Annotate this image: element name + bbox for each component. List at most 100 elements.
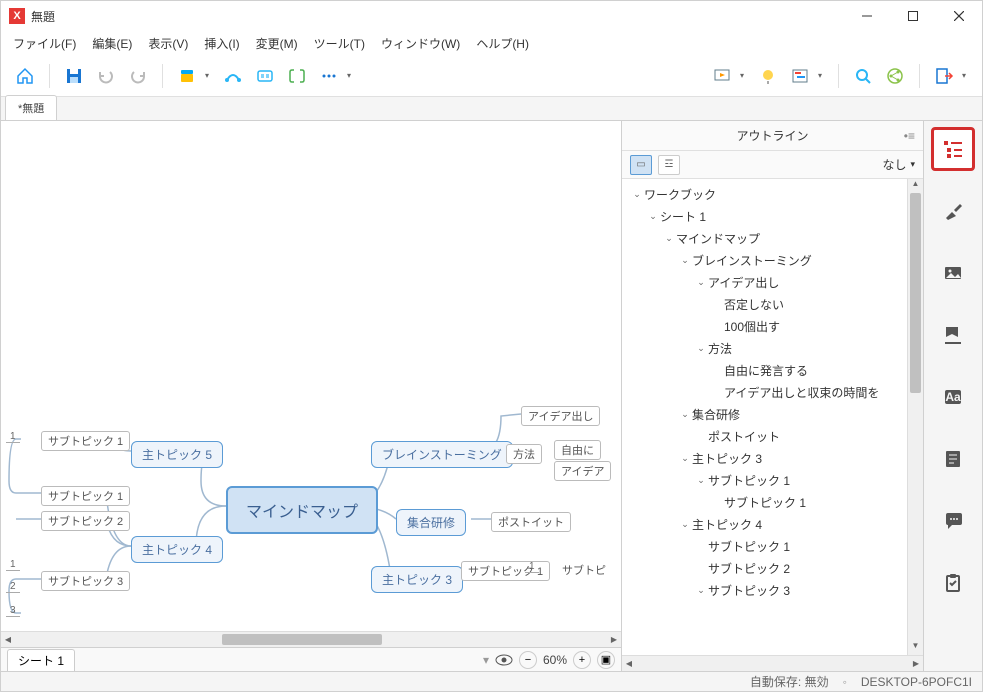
tree-row[interactable]: 否定しない	[622, 293, 923, 315]
mindmap-canvas[interactable]: マインドマップ 主トピック 5 主トピック 4 主トピック 3 ブレインストーミ…	[1, 121, 622, 671]
scroll-up-arrow[interactable]: ▲	[908, 179, 923, 193]
tree-row[interactable]: ⌄方法	[622, 337, 923, 359]
tree-row[interactable]: ⌄ワークブック	[622, 183, 923, 205]
tree-row[interactable]: ⌄ブレインストーミング	[622, 249, 923, 271]
home-button[interactable]	[11, 62, 39, 90]
tree-row[interactable]: ⌄シート 1	[622, 205, 923, 227]
topic-3[interactable]: 主トピック 3	[371, 566, 463, 593]
tree-row[interactable]: サブトピック 1	[622, 535, 923, 557]
menu-file[interactable]: ファイル(F)	[5, 33, 84, 54]
close-button[interactable]	[936, 1, 982, 31]
tree-row[interactable]: サブトピック 1	[622, 491, 923, 513]
zoom-value[interactable]: 60%	[543, 653, 567, 667]
zoom-out-button[interactable]: −	[519, 651, 537, 669]
save-button[interactable]	[60, 62, 88, 90]
menu-view[interactable]: 表示(V)	[140, 33, 196, 54]
gantt-dropdown[interactable]: ▾	[818, 71, 828, 80]
outline-scroll-thumb[interactable]	[910, 193, 921, 393]
free-node[interactable]: 自由に	[554, 440, 601, 460]
outline-tree[interactable]: ⌄ワークブック⌄シート 1⌄マインドマップ⌄ブレインストーミング⌄アイデア出し否…	[622, 179, 923, 655]
tree-caret[interactable]: ⌄	[694, 277, 708, 288]
gantt-button[interactable]	[786, 62, 814, 90]
presentation-dropdown[interactable]: ▾	[740, 71, 750, 80]
tree-row[interactable]: アイデア出しと収束の時間を	[622, 381, 923, 403]
tree-row[interactable]: ⌄主トピック 4	[622, 513, 923, 535]
tree-caret[interactable]: ⌄	[662, 233, 676, 244]
tree-caret[interactable]: ⌄	[646, 211, 660, 222]
maximize-button[interactable]	[890, 1, 936, 31]
tree-caret[interactable]: ⌄	[630, 189, 644, 200]
sub-2[interactable]: サブトピック 2	[41, 511, 130, 531]
side-tab-format[interactable]	[931, 189, 975, 233]
minimize-button[interactable]	[844, 1, 890, 31]
marker-dropdown[interactable]: ▾	[205, 71, 215, 80]
tree-caret[interactable]: ⌄	[694, 475, 708, 486]
sub-3[interactable]: サブトピック 3	[41, 571, 130, 591]
tree-row[interactable]: 100個出す	[622, 315, 923, 337]
more-dropdown[interactable]: ▾	[347, 71, 357, 80]
tree-row[interactable]: ⌄集合研修	[622, 403, 923, 425]
outline-list-view[interactable]: ☲	[658, 155, 680, 175]
tree-row[interactable]: ⌄主トピック 3	[622, 447, 923, 469]
sub-1b[interactable]: サブトピック 1	[41, 486, 130, 506]
tree-caret[interactable]: ⌄	[694, 585, 708, 596]
tree-row[interactable]: ⌄サブトピック 3	[622, 579, 923, 601]
idea-out-node[interactable]: アイデア出し	[521, 406, 600, 426]
zoom-in-button[interactable]: +	[573, 651, 591, 669]
marker-button[interactable]	[173, 62, 201, 90]
menu-help[interactable]: ヘルプ(H)	[468, 33, 537, 54]
more-button[interactable]	[315, 62, 343, 90]
scroll-down-arrow[interactable]: ▼	[908, 641, 923, 655]
export-button[interactable]	[930, 62, 958, 90]
share-button[interactable]	[881, 62, 909, 90]
menu-modify[interactable]: 変更(M)	[248, 33, 306, 54]
topic-5[interactable]: 主トピック 5	[131, 441, 223, 468]
menu-insert[interactable]: 挿入(I)	[196, 33, 247, 54]
tree-row[interactable]: ⌄サブトピック 1	[622, 469, 923, 491]
menu-window[interactable]: ウィンドウ(W)	[373, 33, 468, 54]
redo-button[interactable]	[124, 62, 152, 90]
scroll-thumb[interactable]	[222, 634, 382, 645]
side-tab-task[interactable]	[931, 561, 975, 605]
sub-1a[interactable]: サブトピック 1	[41, 431, 130, 451]
topic-4[interactable]: 主トピック 4	[131, 536, 223, 563]
menu-edit[interactable]: 編集(E)	[84, 33, 140, 54]
brainstorming-node[interactable]: ブレインストーミング	[371, 441, 513, 468]
boundary-button[interactable]	[251, 62, 279, 90]
search-button[interactable]	[849, 62, 877, 90]
side-tab-comments[interactable]	[931, 499, 975, 543]
sheet-tab[interactable]: シート 1	[7, 649, 75, 671]
zoom-fit-button[interactable]: ▣	[597, 651, 615, 669]
filter-icon[interactable]: ▾	[483, 653, 489, 667]
relationship-button[interactable]	[219, 62, 247, 90]
side-tab-outline[interactable]	[931, 127, 975, 171]
tree-row[interactable]: サブトピック 2	[622, 557, 923, 579]
tree-caret[interactable]: ⌄	[678, 255, 692, 266]
side-tab-marker[interactable]	[931, 313, 975, 357]
visibility-icon[interactable]	[495, 654, 513, 666]
summary-button[interactable]	[283, 62, 311, 90]
outline-vertical-scrollbar[interactable]: ▲ ▼	[907, 179, 923, 655]
tree-row[interactable]: ⌄マインドマップ	[622, 227, 923, 249]
outline-horizontal-scrollbar[interactable]: ◀ ▶	[622, 655, 923, 671]
presentation-button[interactable]	[708, 62, 736, 90]
tree-row[interactable]: ポストイット	[622, 425, 923, 447]
central-topic[interactable]: マインドマップ	[226, 486, 378, 534]
training-node[interactable]: 集合研修	[396, 509, 466, 536]
outline-menu-icon[interactable]: •≡	[904, 129, 915, 143]
tree-caret[interactable]: ⌄	[678, 453, 692, 464]
menu-tools[interactable]: ツール(T)	[306, 33, 373, 54]
outline-card-view[interactable]: ▭	[630, 155, 652, 175]
scroll-left-arrow[interactable]: ◀	[1, 635, 15, 644]
tree-row[interactable]: ⌄アイデア出し	[622, 271, 923, 293]
scroll-right-arrow[interactable]: ▶	[607, 635, 621, 644]
idea2-node[interactable]: アイデア	[554, 461, 611, 481]
tree-caret[interactable]: ⌄	[678, 409, 692, 420]
export-dropdown[interactable]: ▾	[962, 71, 972, 80]
canvas-horizontal-scrollbar[interactable]: ◀ ▶	[1, 631, 621, 647]
side-tab-font[interactable]: Aa	[931, 375, 975, 419]
brainstorm-button[interactable]	[754, 62, 782, 90]
side-tab-notes[interactable]	[931, 437, 975, 481]
undo-button[interactable]	[92, 62, 120, 90]
tree-caret[interactable]: ⌄	[678, 519, 692, 530]
